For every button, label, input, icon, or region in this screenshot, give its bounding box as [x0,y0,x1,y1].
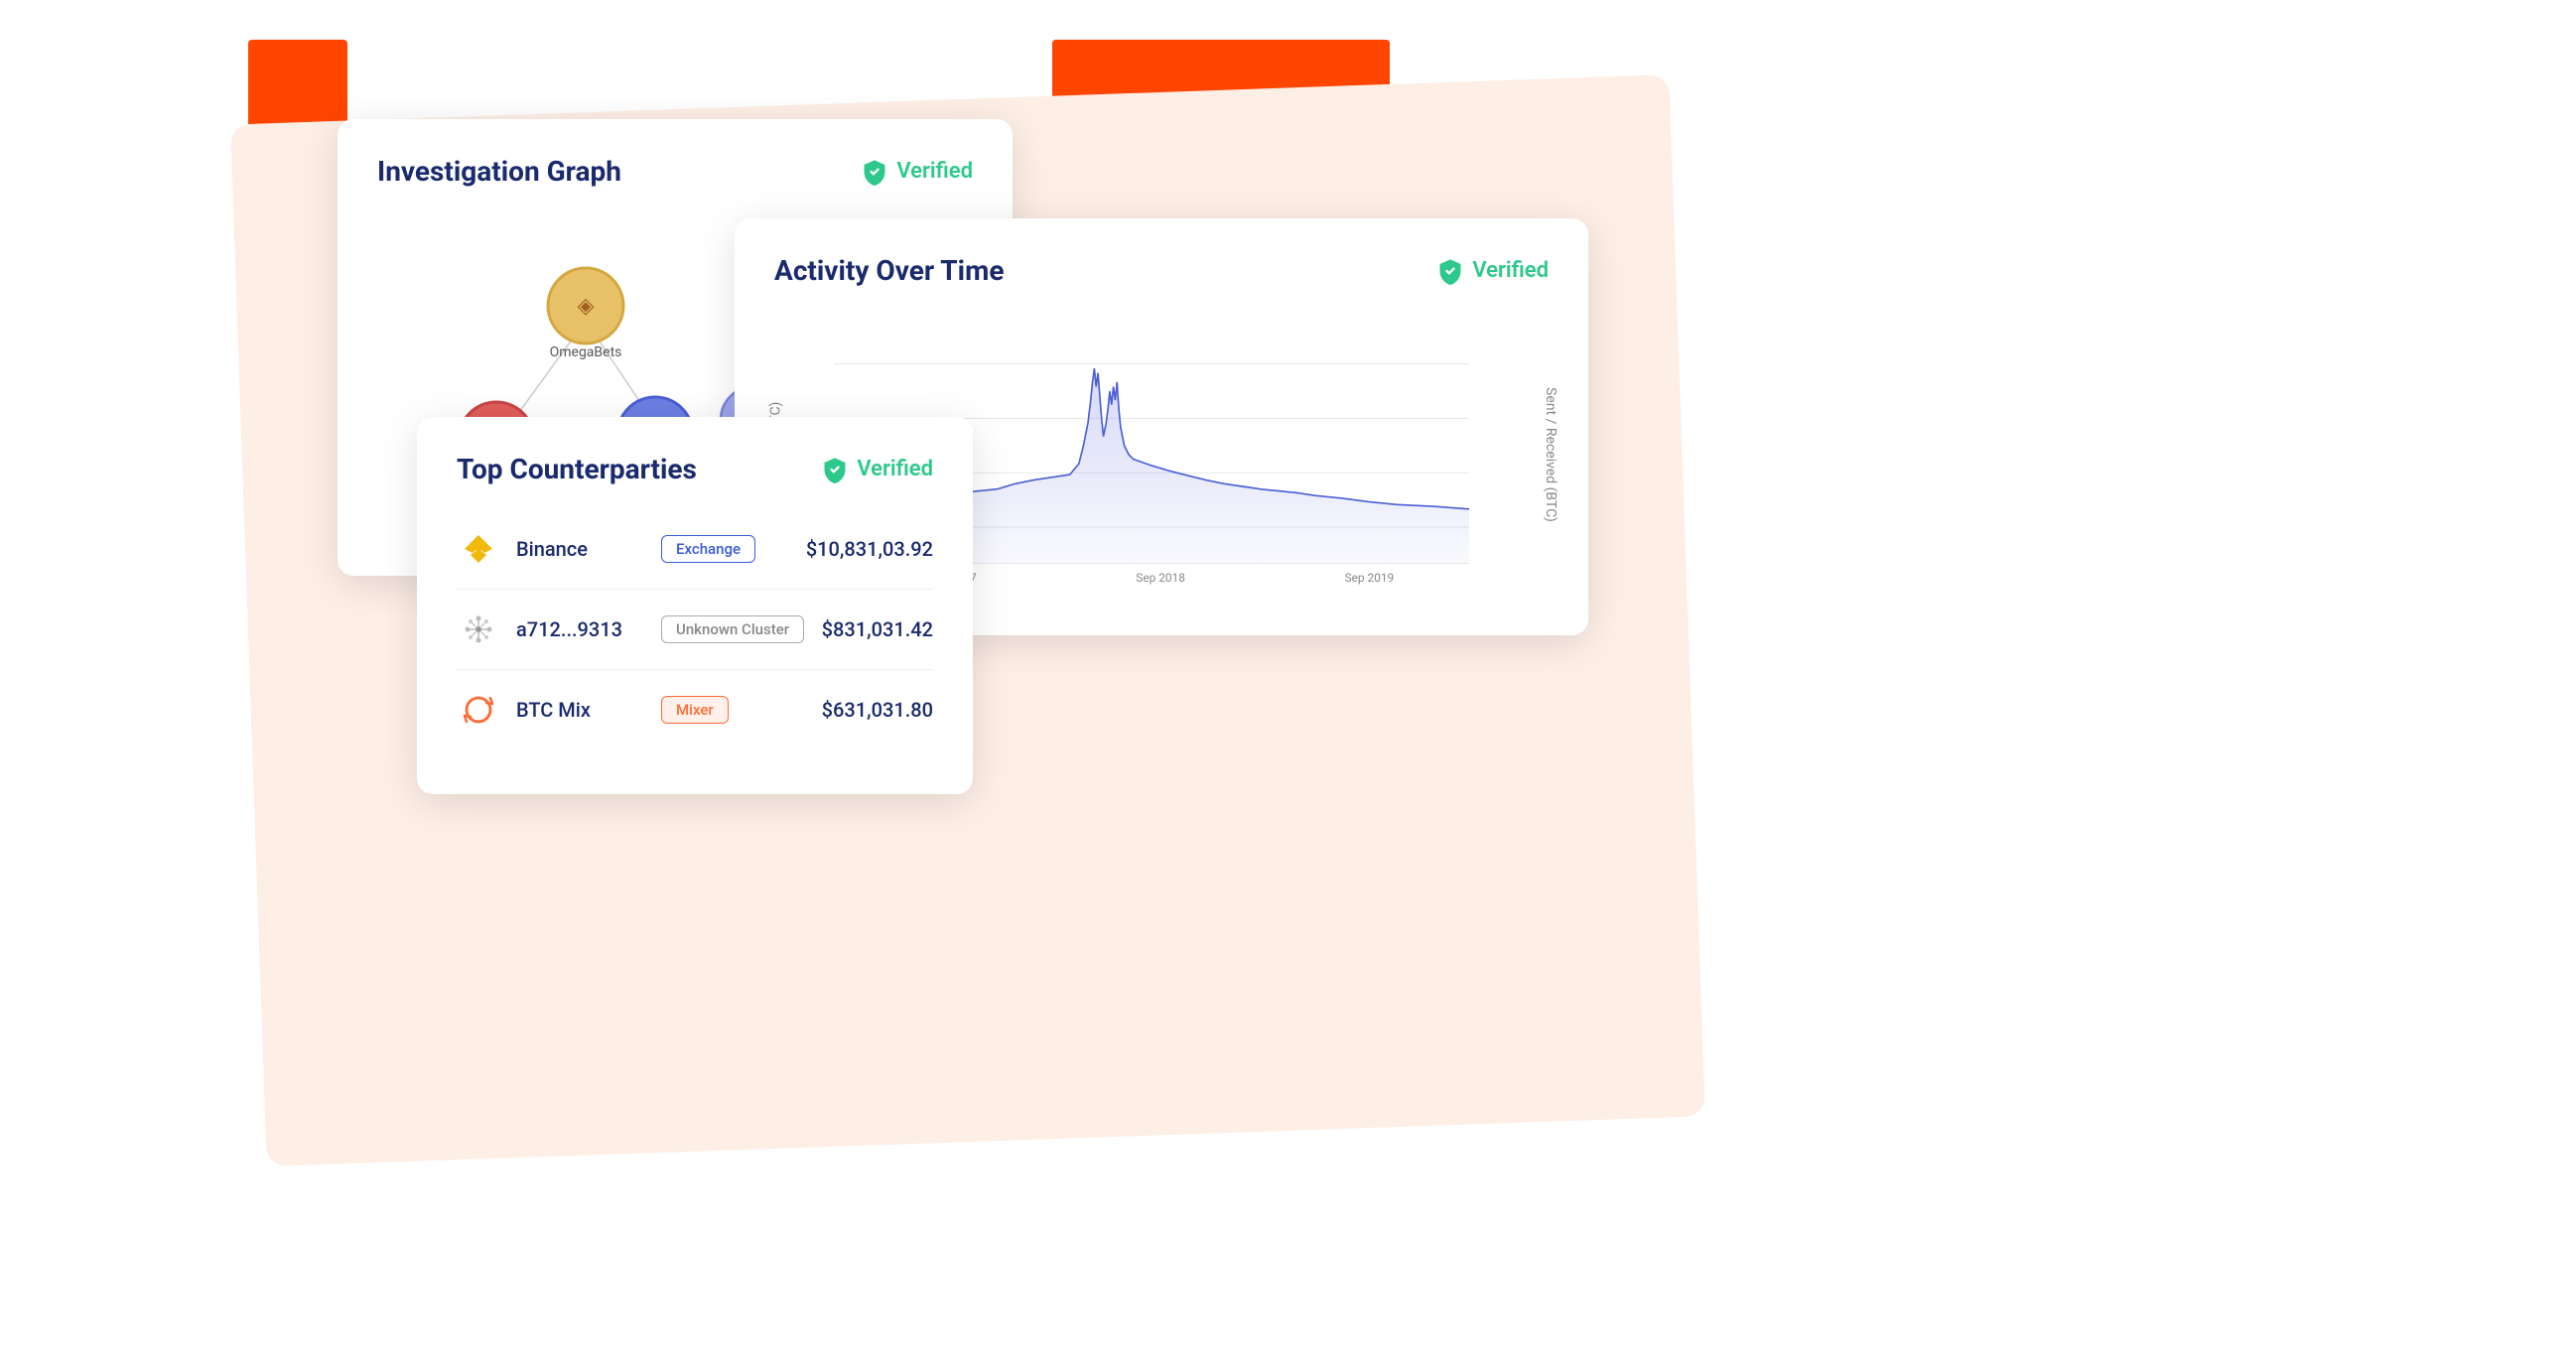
activity-verified: Verified [1436,257,1549,285]
cp-shield-icon [821,456,849,483]
binance-tag: Exchange [661,535,755,563]
svg-text:OmegaBets: OmegaBets [550,344,622,360]
svg-text:Sep 2018: Sep 2018 [1136,571,1185,585]
btcmix-name: BTC Mix [516,698,645,722]
counterparties-verified: Verified [821,456,933,483]
activity-verified-label: Verified [1472,258,1549,283]
counterparty-row-a712[interactable]: a712...9313 Unknown Cluster $831,031.42 [457,590,933,670]
counterparties-header: Top Counterparties Verified [457,453,933,485]
mixer-icon [457,688,500,732]
activity-shield-icon [1436,257,1464,285]
y-right-axis-label: Sent / Received (BTC) [1543,387,1559,522]
counterparties-title: Top Counterparties [457,453,697,485]
investigation-verified-label: Verified [896,159,973,184]
btcmix-tag: Mixer [661,696,729,724]
binance-amount: $10,831,03.92 [806,537,933,561]
a712-amount: $831,031.42 [822,617,933,641]
activity-title: Activity Over Time [774,254,1004,287]
investigation-title: Investigation Graph [377,155,621,188]
cluster-icon [457,608,500,651]
counterparty-row-binance[interactable]: Binance Exchange $10,831,03.92 [457,509,933,590]
a712-name: a712...9313 [516,617,645,641]
activity-header: Activity Over Time Verified [774,254,1549,287]
a712-tag: Unknown Cluster [661,615,804,643]
counterparties-verified-label: Verified [857,457,933,481]
svg-text:Sep 2019: Sep 2019 [1345,571,1395,585]
binance-icon [457,527,500,571]
binance-name: Binance [516,537,645,561]
investigation-verified: Verified [861,158,973,186]
investigation-header: Investigation Graph Verified [377,155,973,188]
svg-text:◈: ◈ [578,294,595,319]
shield-icon [861,158,888,186]
btcmix-amount: $631,031.80 [822,698,933,722]
counterparties-card: Top Counterparties Verified [417,417,973,794]
counterparty-row-btcmix[interactable]: BTC Mix Mixer $631,031.80 [457,670,933,749]
